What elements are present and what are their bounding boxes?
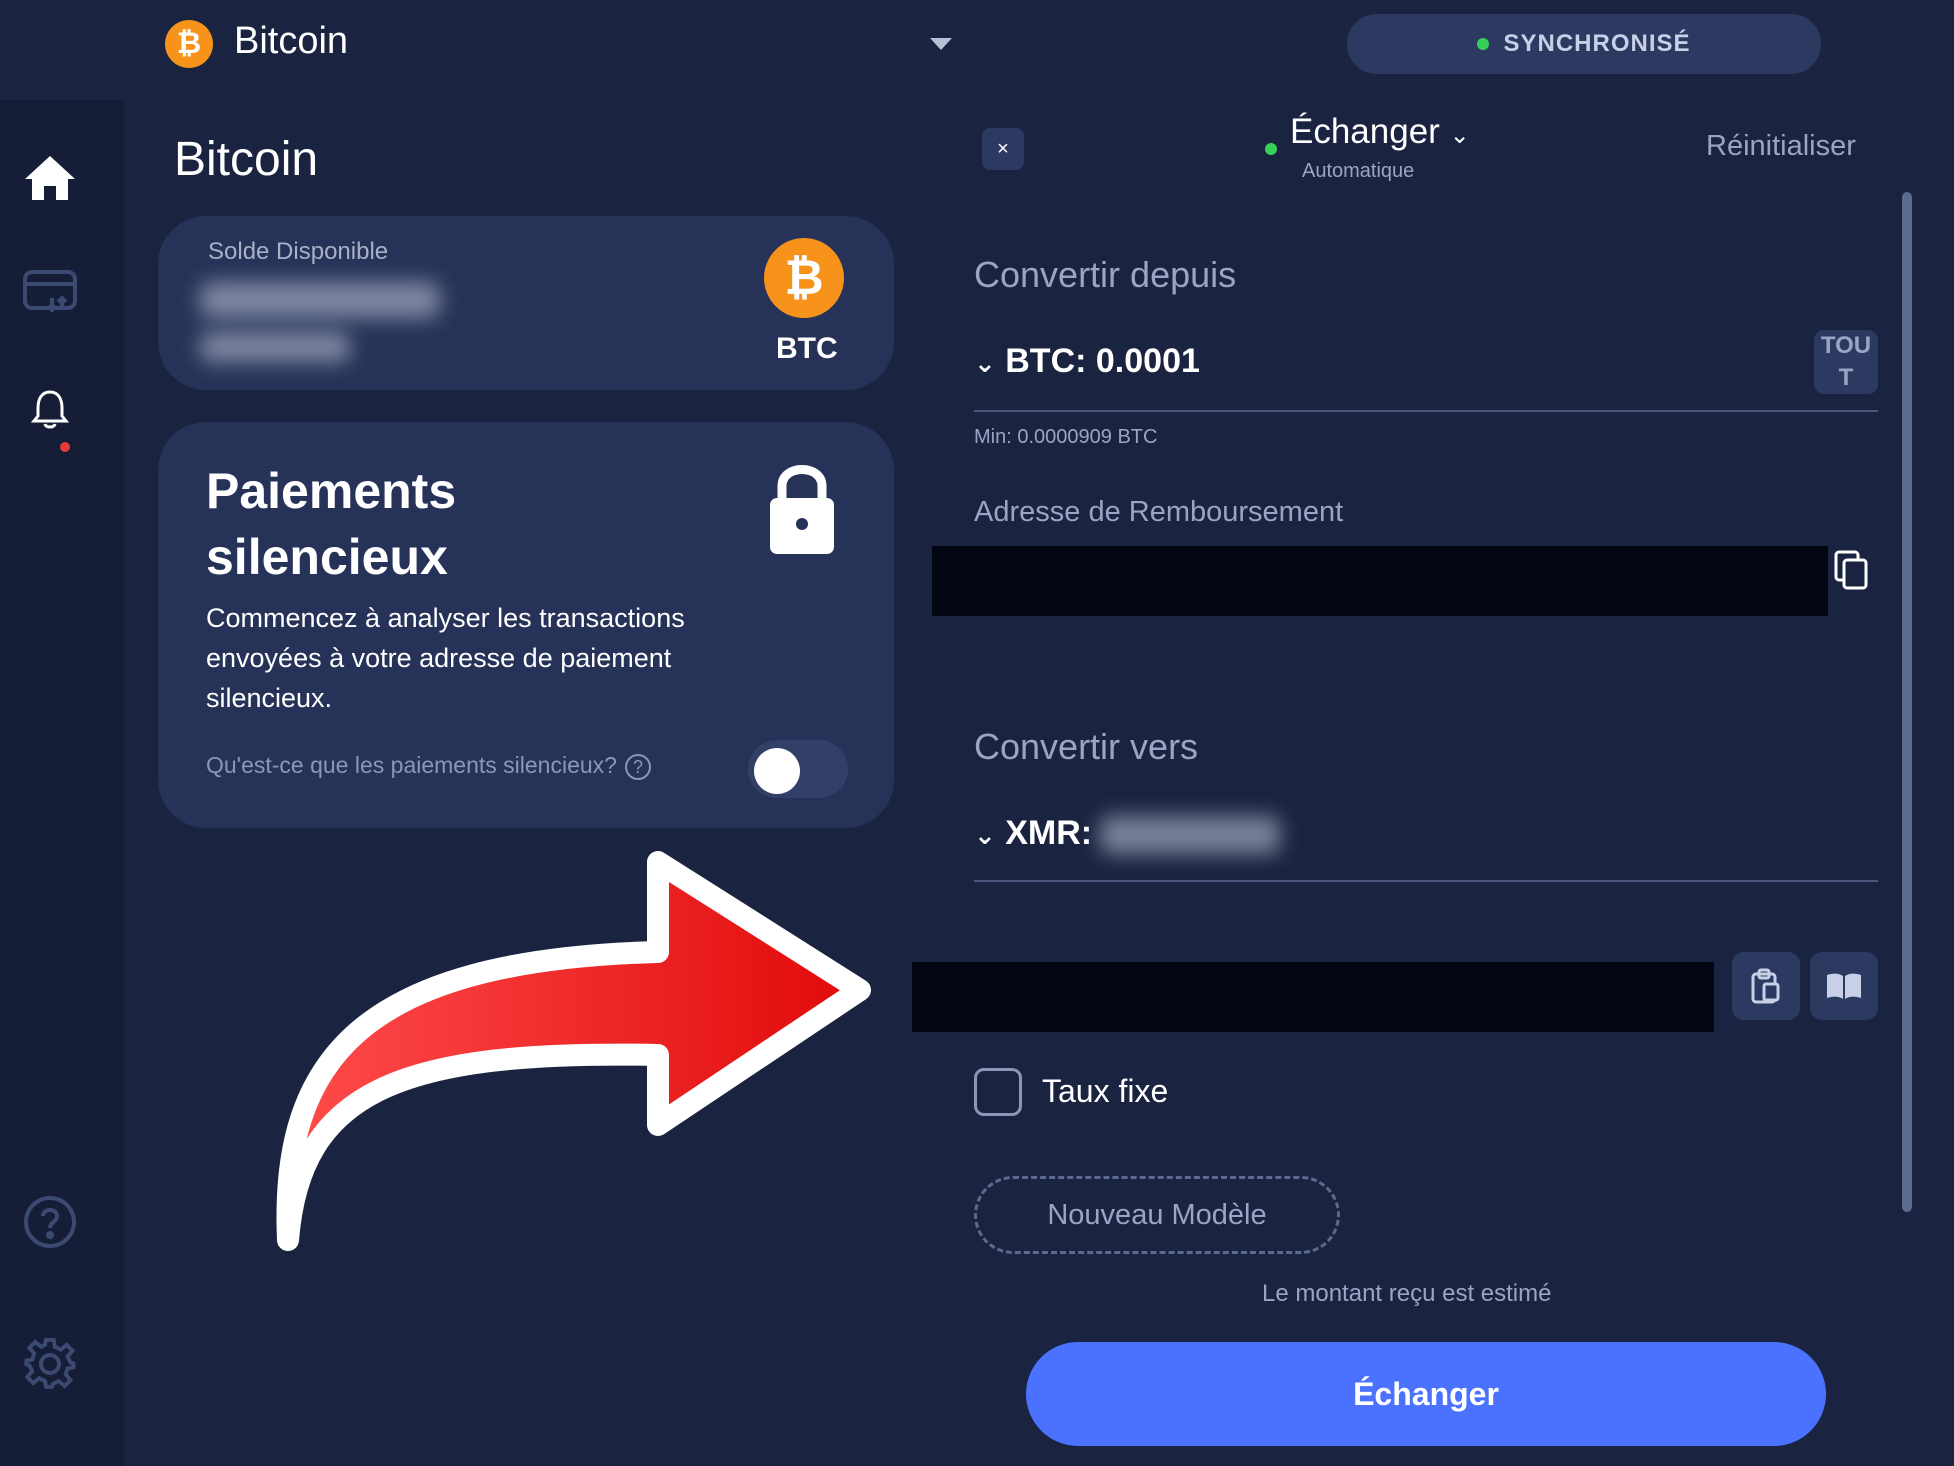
status-dot-icon — [1477, 38, 1490, 50]
help-icon[interactable] — [20, 1192, 80, 1252]
silent-payments-description: Commencez à analyser les transactions en… — [206, 603, 685, 713]
divider — [974, 880, 1878, 882]
exchange-submit-button[interactable]: Échanger — [1026, 1342, 1826, 1446]
blurred-balance-amount — [200, 282, 440, 318]
estimate-note: Le montant reçu est estimé — [1262, 1280, 1552, 1307]
silent-payments-link-text[interactable]: Qu'est-ce que les paiements silencieux? — [206, 752, 617, 778]
sidebar — [0, 100, 124, 1466]
exchange-mode-selector[interactable]: Échanger ⌄ — [1290, 112, 1470, 152]
question-circle-icon[interactable]: ? — [624, 753, 651, 780]
address-book-button[interactable] — [1810, 952, 1878, 1020]
page-title: Bitcoin — [174, 133, 319, 186]
status-dot-icon — [1265, 143, 1277, 155]
balance-label: Solde Disponible — [208, 238, 389, 265]
paste-button[interactable] — [1732, 952, 1800, 1020]
new-template-button[interactable]: Nouveau Modèle — [974, 1176, 1340, 1254]
silent-payments-toggle[interactable] — [748, 740, 848, 798]
lock-icon — [770, 465, 834, 554]
exchange-mode-title[interactable]: Échanger — [1290, 112, 1440, 151]
fixed-rate-checkbox[interactable] — [974, 1068, 1022, 1116]
blurred-receive-amount — [1100, 816, 1280, 854]
chevron-down-icon[interactable]: ⌄ — [974, 820, 996, 850]
balance-ticker: BTC — [776, 332, 838, 365]
refund-address-field[interactable] — [932, 546, 1828, 616]
bell-icon[interactable] — [20, 378, 80, 438]
clipboard-icon — [1751, 968, 1780, 1004]
silent-payments-card: Paiements silencieux Commencez à analyse… — [158, 422, 894, 828]
home-icon[interactable] — [20, 148, 80, 208]
reset-button[interactable]: Réinitialiser — [1706, 130, 1856, 163]
chevron-down-icon[interactable]: ⌄ — [974, 348, 996, 378]
chevron-down-icon[interactable] — [930, 38, 952, 50]
divider — [974, 410, 1878, 412]
card-swap-icon[interactable] — [20, 262, 80, 322]
book-icon — [1827, 973, 1861, 999]
bitcoin-logo-icon: ₿ — [165, 20, 213, 68]
notification-dot-icon — [60, 442, 70, 452]
blurred-balance-fiat — [200, 332, 350, 362]
close-button[interactable]: × — [982, 128, 1024, 170]
gear-icon[interactable] — [20, 1334, 80, 1394]
balance-card[interactable]: Solde Disponible ₿ BTC — [158, 216, 894, 390]
copy-icon[interactable] — [1834, 550, 1870, 590]
from-currency-selector[interactable]: ⌄ BTC: 0.0001 — [974, 342, 1200, 381]
min-amount-text: Min: 0.0000909 BTC — [974, 426, 1158, 448]
red-arrow-annotation — [276, 851, 871, 1251]
convert-from-heading: Convertir depuis — [974, 254, 1237, 295]
top-bar: ₿ Bitcoin SYNCHRONISÉ — [0, 0, 1954, 100]
to-currency-selector[interactable]: ⌄ XMR: — [974, 814, 1092, 853]
toggle-knob — [754, 748, 800, 794]
scrollbar[interactable] — [1902, 192, 1912, 1212]
receive-address-field[interactable] — [912, 962, 1714, 1032]
refund-address-label: Adresse de Remboursement — [974, 496, 1344, 528]
chevron-down-icon[interactable]: ⌄ — [1450, 122, 1470, 149]
to-currency-prefix[interactable]: XMR: — [1005, 814, 1092, 852]
exchange-mode-subtitle: Automatique — [1302, 160, 1415, 182]
from-amount[interactable]: BTC: 0.0001 — [1005, 342, 1200, 380]
silent-payments-title: Paiements silencieux — [206, 463, 457, 585]
silent-payments-info-link[interactable]: Qu'est-ce que les paiements silencieux?? — [206, 752, 651, 780]
bitcoin-icon: ₿ — [764, 238, 844, 318]
convert-to-heading: Convertir vers — [974, 726, 1199, 767]
fixed-rate-label[interactable]: Taux fixe — [1042, 1073, 1168, 1110]
sync-status-badge: SYNCHRONISÉ — [1347, 14, 1821, 74]
max-amount-button[interactable]: TOU T — [1814, 330, 1878, 394]
wallet-name[interactable]: Bitcoin — [234, 20, 348, 63]
sync-status-text: SYNCHRONISÉ — [1503, 30, 1691, 57]
exchange-panel — [930, 100, 1954, 1466]
